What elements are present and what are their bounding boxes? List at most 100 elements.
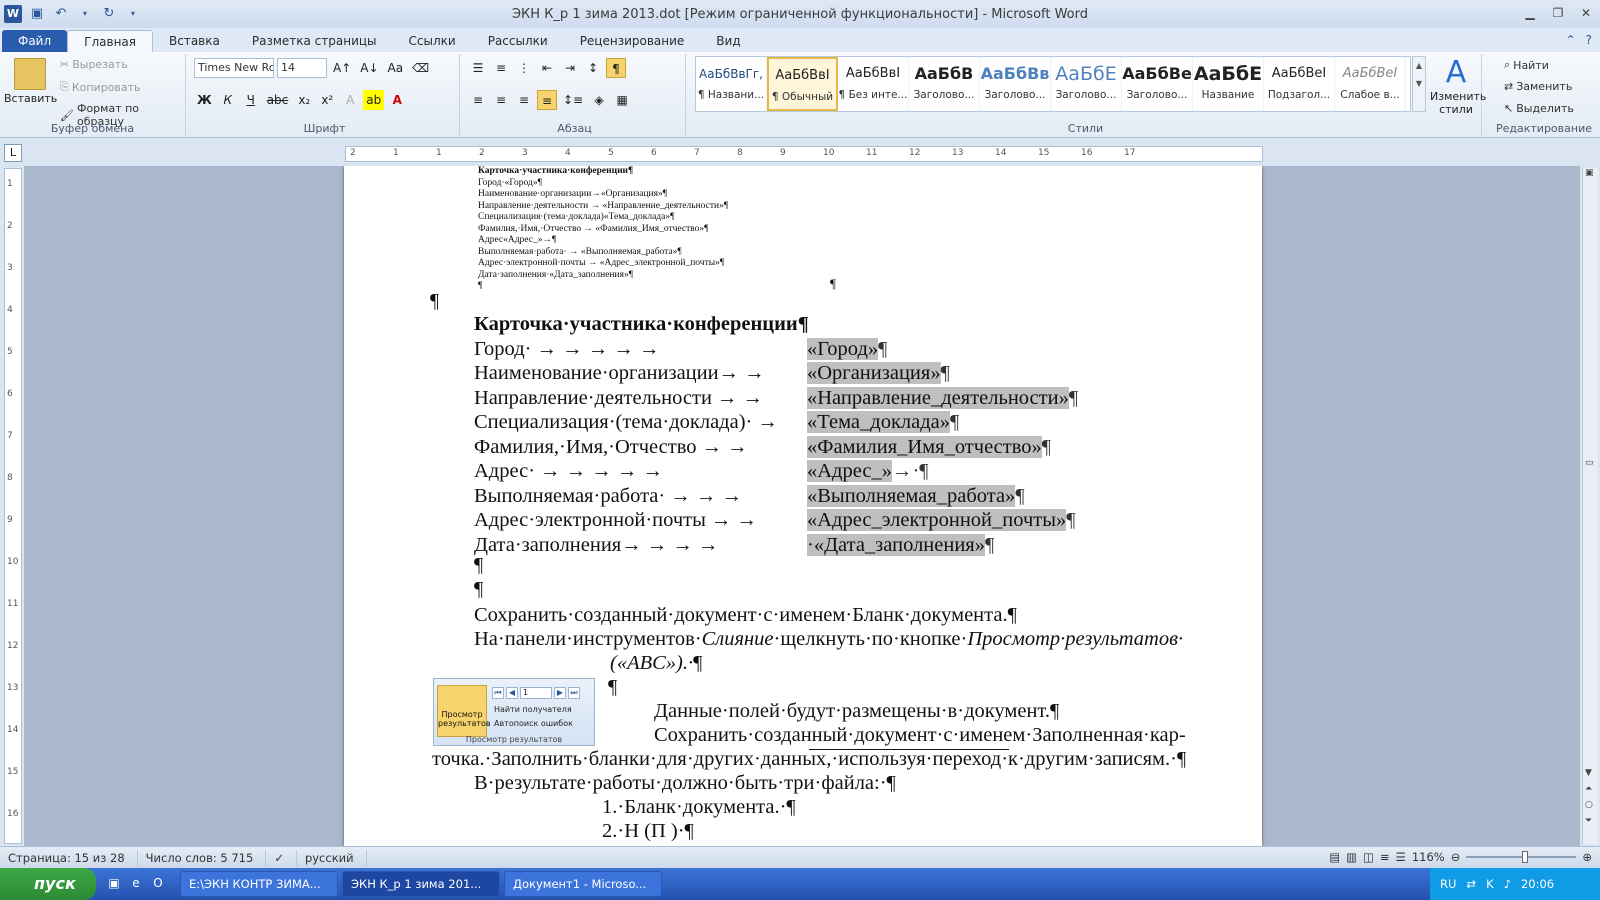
style-title[interactable]: АаБбЕ Название bbox=[1193, 57, 1264, 111]
keyboard-language[interactable]: RU bbox=[1440, 877, 1456, 891]
style-subtle-emphasis[interactable]: АаБбВеІ Слабое в... bbox=[1335, 57, 1406, 111]
page-count[interactable]: Страница: 15 из 28 bbox=[0, 849, 138, 866]
zoom-slider[interactable] bbox=[1466, 851, 1577, 863]
undo-dropdown-icon[interactable]: ▾ bbox=[76, 5, 94, 23]
increase-indent-icon[interactable]: ⇥ bbox=[560, 58, 580, 78]
close-button[interactable]: ✕ bbox=[1572, 0, 1600, 26]
language[interactable]: русский bbox=[297, 849, 367, 866]
grow-font-icon[interactable]: A↑ bbox=[330, 58, 354, 78]
superscript-icon[interactable]: x² bbox=[317, 90, 337, 110]
tab-review[interactable]: Рецензирование bbox=[564, 30, 701, 52]
merge-field[interactable]: «Город» bbox=[807, 337, 879, 360]
full-screen-icon[interactable]: ▥ bbox=[1346, 850, 1357, 864]
outline-icon[interactable]: ≡ bbox=[1380, 850, 1390, 864]
horizontal-ruler[interactable]: 2 1 1 2 3 4 5 6 7 8 9 10 11 12 13 14 15 16 17 bbox=[345, 146, 1263, 162]
tab-insert[interactable]: Вставка bbox=[153, 30, 236, 52]
font-color-icon[interactable]: A bbox=[387, 90, 407, 110]
merge-field[interactable]: «Направление_деятельности» bbox=[807, 386, 1069, 409]
text-effects-icon[interactable]: A bbox=[340, 90, 360, 110]
sort-icon[interactable]: ↕ bbox=[583, 58, 603, 78]
help-icon[interactable]: ? bbox=[1586, 33, 1592, 47]
replace-button[interactable]: ⇄ Заменить bbox=[1504, 80, 1572, 93]
paste-button[interactable]: Вставить bbox=[4, 58, 57, 105]
save-icon[interactable]: ▣ bbox=[28, 5, 46, 23]
merge-field[interactable]: «Адрес_электронной_почты» bbox=[807, 509, 1067, 531]
merge-field[interactable]: «Тема_доклада» bbox=[807, 411, 951, 433]
redo-icon[interactable]: ↻ bbox=[100, 5, 118, 23]
multilevel-list-icon[interactable]: ⋮ bbox=[514, 58, 534, 78]
prev-page-icon[interactable]: ⏶ bbox=[1585, 784, 1592, 794]
merge-field[interactable]: «Выполняемая_работа» bbox=[807, 484, 1016, 507]
font-size-select[interactable]: 14 bbox=[277, 58, 327, 78]
tab-references[interactable]: Ссылки bbox=[393, 30, 472, 52]
antivirus-icon[interactable]: K bbox=[1486, 877, 1494, 891]
line-spacing-icon[interactable]: ↕≡ bbox=[560, 90, 586, 110]
undo-icon[interactable]: ↶ bbox=[52, 5, 70, 23]
zoom-out-icon[interactable]: ⊖ bbox=[1451, 850, 1461, 864]
borders-icon[interactable]: ▦ bbox=[612, 90, 632, 110]
style-heading-1[interactable]: АаБбВ Заголово... bbox=[909, 57, 980, 111]
taskbar-item-word-doc[interactable]: ЭКН К_р 1 зима 201... bbox=[342, 871, 500, 897]
strikethrough-icon[interactable]: abc bbox=[264, 90, 292, 110]
ruler-toggle-icon[interactable]: ▣ bbox=[1585, 168, 1594, 178]
copy-button[interactable]: ⎘ Копировать bbox=[60, 80, 141, 94]
align-left-icon[interactable]: ≡ bbox=[468, 90, 488, 110]
styles-scroll[interactable]: ▲ ▼ bbox=[1412, 56, 1426, 112]
browse-object-icon[interactable]: ○ bbox=[1585, 800, 1593, 810]
zoom-in-icon[interactable]: ⊕ bbox=[1582, 850, 1592, 864]
style-title-1[interactable]: АаБбВвГг, ¶ Названи... bbox=[696, 57, 767, 111]
opera-icon[interactable]: O bbox=[150, 876, 166, 892]
style-normal[interactable]: АаБбВвІ ¶ Обычный bbox=[767, 57, 838, 111]
merge-field[interactable]: «Фамилия_Имя_отчество» bbox=[807, 435, 1042, 458]
tab-file[interactable]: Файл bbox=[2, 30, 68, 52]
tab-home[interactable]: Главная bbox=[67, 30, 153, 52]
style-no-spacing[interactable]: АаБбВвІ ¶ Без инте... bbox=[838, 57, 909, 111]
justify-icon[interactable]: ≡ bbox=[537, 90, 557, 110]
cut-button[interactable]: ✂ Вырезать bbox=[60, 58, 128, 71]
zoom-slider-knob[interactable] bbox=[1522, 851, 1529, 863]
scroll-thumb[interactable]: ▭ bbox=[1585, 458, 1594, 468]
vertical-scrollbar[interactable]: ▣ ▭ ▼ ⏶ ○ ⏷ bbox=[1582, 168, 1598, 844]
draft-icon[interactable]: ☰ bbox=[1396, 850, 1406, 864]
ribbon-minimize-icon[interactable]: ⌃ bbox=[1566, 33, 1576, 47]
word-count[interactable]: Число слов: 5 715 bbox=[138, 849, 267, 866]
select-button[interactable]: ↖ Выделить bbox=[1504, 102, 1574, 115]
show-desktop-icon[interactable]: ▣ bbox=[106, 876, 122, 892]
print-layout-icon[interactable]: ▤ bbox=[1329, 850, 1340, 864]
restore-button[interactable]: ❐ bbox=[1544, 0, 1572, 26]
change-styles-button[interactable]: A Изменить стили bbox=[1430, 56, 1486, 117]
zoom-level[interactable]: 116% bbox=[1412, 850, 1445, 864]
tab-selector[interactable]: L bbox=[4, 144, 22, 162]
web-layout-icon[interactable]: ◫ bbox=[1363, 850, 1374, 864]
next-page-icon[interactable]: ⏷ bbox=[1585, 816, 1592, 826]
style-heading-3[interactable]: АаБбЕ Заголово... bbox=[1051, 57, 1122, 111]
word-app-icon[interactable]: W bbox=[4, 5, 22, 23]
clear-formatting-icon[interactable]: ⌫ bbox=[409, 58, 432, 78]
document-page[interactable]: Карточка·участника·конференции¶ Город·«Го… bbox=[344, 166, 1262, 846]
minimize-button[interactable]: ▁ bbox=[1516, 0, 1544, 26]
customize-qat-icon[interactable]: ▾ bbox=[124, 5, 142, 23]
style-heading-4[interactable]: АаБбВе Заголово... bbox=[1122, 57, 1193, 111]
tab-page-layout[interactable]: Разметка страницы bbox=[236, 30, 393, 52]
bold-icon[interactable]: Ж bbox=[194, 90, 215, 110]
decrease-indent-icon[interactable]: ⇤ bbox=[537, 58, 557, 78]
italic-icon[interactable]: К bbox=[218, 90, 238, 110]
tab-mailings[interactable]: Рассылки bbox=[472, 30, 564, 52]
align-center-icon[interactable]: ≡ bbox=[491, 90, 511, 110]
vertical-ruler[interactable]: 1 2 3 4 5 6 7 8 9 10 11 12 13 14 15 16 bbox=[4, 168, 22, 844]
underline-icon[interactable]: Ч bbox=[241, 90, 261, 110]
tab-view[interactable]: Вид bbox=[700, 30, 756, 52]
volume-icon[interactable]: ♪ bbox=[1504, 877, 1511, 891]
merge-field[interactable]: «Организация» bbox=[807, 362, 941, 384]
taskbar-item-explorer[interactable]: E:\ЭКН КОНТР ЗИМА... bbox=[180, 871, 338, 897]
find-button[interactable]: ⌕ Найти bbox=[1504, 58, 1549, 72]
spelling-icon[interactable]: ✓ bbox=[266, 849, 297, 866]
align-right-icon[interactable]: ≡ bbox=[514, 90, 534, 110]
font-name-select[interactable]: Times New Ro bbox=[194, 58, 274, 78]
numbering-icon[interactable]: ≡ bbox=[491, 58, 511, 78]
merge-field[interactable]: ·«Дата_заполнения» bbox=[807, 533, 985, 556]
bullets-icon[interactable]: ☰ bbox=[468, 58, 488, 78]
taskbar-item-document1[interactable]: Документ1 - Microso... bbox=[504, 871, 662, 897]
ie-icon[interactable]: e bbox=[128, 876, 144, 892]
style-subtitle[interactable]: АаБбВеІ Подзагол... bbox=[1264, 57, 1335, 111]
